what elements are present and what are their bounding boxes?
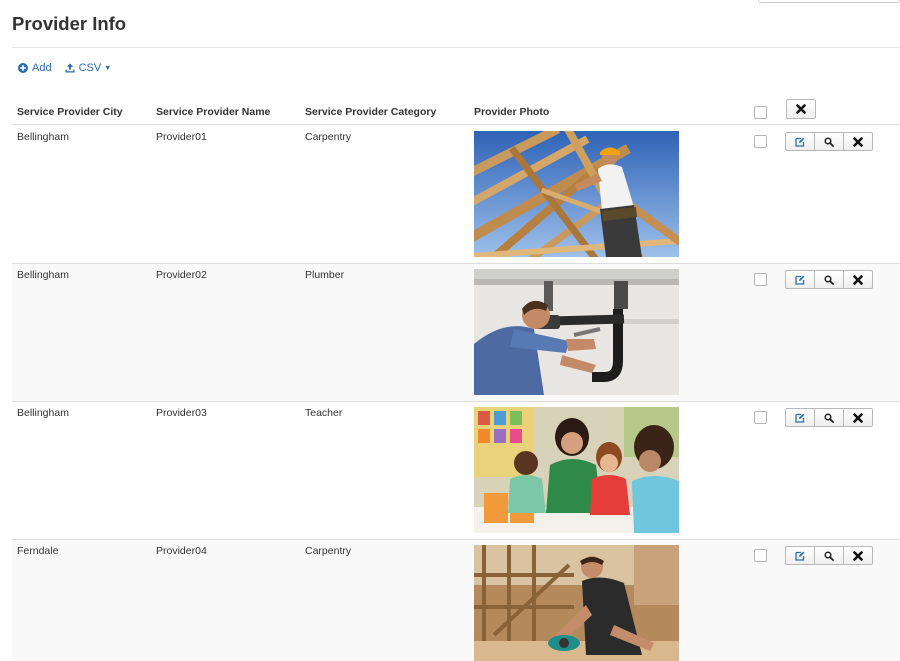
edit-button[interactable] (785, 132, 815, 151)
row-select-checkbox[interactable] (754, 273, 767, 286)
search-icon (824, 412, 834, 423)
provider-photo-woodworker (474, 545, 679, 661)
search-icon (824, 550, 834, 561)
column-header-category[interactable]: Service Provider Category (305, 106, 436, 118)
edit-button[interactable] (785, 270, 815, 289)
view-button[interactable] (814, 546, 844, 565)
cell-category: Carpentry (305, 131, 352, 143)
table-row: Bellingham Provider01 Carpentry (12, 126, 900, 264)
close-icon (853, 550, 863, 561)
cell-city: Ferndale (17, 545, 59, 557)
view-button[interactable] (814, 408, 844, 427)
row-actions (785, 546, 873, 565)
title-divider (12, 47, 900, 48)
table-row: Ferndale Provider04 Carpentry (12, 540, 900, 661)
csv-button-label: CSV (78, 62, 102, 74)
add-button-label: Add (32, 62, 52, 74)
plus-circle-icon (18, 63, 28, 73)
close-icon (853, 136, 863, 147)
column-header-photo[interactable]: Provider Photo (474, 106, 549, 118)
row-select-checkbox[interactable] (754, 411, 767, 424)
delete-selected-button[interactable] (786, 99, 816, 119)
edit-icon (795, 413, 805, 423)
view-button[interactable] (814, 132, 844, 151)
select-all-checkbox[interactable] (754, 106, 767, 119)
delete-button[interactable] (843, 270, 873, 289)
delete-button[interactable] (843, 408, 873, 427)
edit-icon (795, 551, 805, 561)
cell-city: Bellingham (17, 269, 69, 281)
search-icon (824, 136, 834, 147)
cell-name: Provider02 (156, 269, 207, 281)
edit-icon (795, 137, 805, 147)
csv-dropdown-button[interactable]: CSV ▼ (65, 62, 112, 74)
edit-icon (795, 275, 805, 285)
edit-button[interactable] (785, 546, 815, 565)
view-button[interactable] (814, 270, 844, 289)
close-icon (853, 412, 863, 423)
close-icon (796, 104, 806, 114)
cell-category: Plumber (305, 269, 345, 281)
page-title: Provider Info (12, 13, 127, 34)
row-select-checkbox[interactable] (754, 135, 767, 148)
row-actions (785, 408, 873, 427)
upload-icon (65, 63, 75, 73)
provider-photo-teacher (474, 407, 679, 533)
cell-name: Provider03 (156, 407, 207, 419)
delete-button[interactable] (843, 132, 873, 151)
cell-city: Bellingham (17, 407, 69, 419)
provider-photo-carpenter (474, 131, 679, 257)
row-select-checkbox[interactable] (754, 549, 767, 562)
cell-name: Provider04 (156, 545, 207, 557)
search-icon (824, 274, 834, 285)
add-button[interactable]: Add (18, 62, 52, 74)
row-actions (785, 132, 873, 151)
cell-category: Carpentry (305, 545, 352, 557)
provider-photo-plumber (474, 269, 679, 395)
toolbar: Add CSV ▼ (18, 61, 111, 75)
column-header-city[interactable]: Service Provider City (17, 106, 123, 118)
table-row: Bellingham Provider02 Plumber (12, 264, 900, 402)
edit-button[interactable] (785, 408, 815, 427)
table-row: Bellingham Provider03 Teacher (12, 402, 900, 540)
close-icon (853, 274, 863, 285)
delete-button[interactable] (843, 546, 873, 565)
column-header-name[interactable]: Service Provider Name (156, 106, 270, 118)
table-header: Service Provider City Service Provider N… (12, 100, 900, 125)
cell-category: Teacher (305, 407, 343, 419)
chevron-down-icon: ▼ (104, 64, 112, 72)
search-input[interactable] (758, 0, 900, 3)
cell-city: Bellingham (17, 131, 69, 143)
cell-name: Provider01 (156, 131, 207, 143)
row-actions (785, 270, 873, 289)
